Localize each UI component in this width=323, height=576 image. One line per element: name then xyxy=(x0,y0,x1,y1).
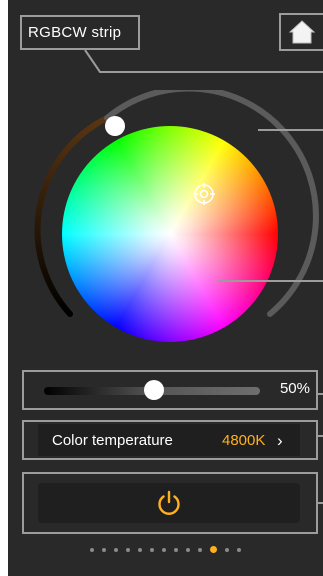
power-icon xyxy=(158,490,180,515)
device-screen: RGBCW strip 50% Color temperature 4800K … xyxy=(8,0,323,576)
color-temperature-value: 4800K xyxy=(222,432,266,449)
home-icon xyxy=(289,20,315,44)
page-dot[interactable] xyxy=(162,547,166,552)
page-dot[interactable] xyxy=(186,547,190,552)
page-dot[interactable] xyxy=(90,547,94,552)
color-temperature-row[interactable]: Color temperature 4800K › xyxy=(38,424,300,456)
page-dot[interactable] xyxy=(138,547,142,552)
page-dot[interactable] xyxy=(126,547,130,552)
page-dot[interactable] xyxy=(150,547,154,552)
page-dot[interactable] xyxy=(198,547,202,552)
color-temperature-label: Color temperature xyxy=(52,432,173,449)
power-button[interactable] xyxy=(38,483,300,523)
color-temperature-panel: Color temperature 4800K › xyxy=(22,420,318,460)
brightness-slider-thumb[interactable] xyxy=(144,380,164,400)
color-wheel[interactable] xyxy=(62,126,278,342)
crosshair-target-icon[interactable] xyxy=(193,183,215,205)
home-button[interactable] xyxy=(279,13,323,51)
brightness-arc-handle[interactable] xyxy=(105,116,125,136)
brightness-value: 50% xyxy=(279,380,310,397)
page-dot-active[interactable] xyxy=(210,546,217,554)
page-dot[interactable] xyxy=(114,547,118,552)
chevron-right-icon: › xyxy=(277,431,283,450)
device-title: RGBCW strip xyxy=(20,15,140,50)
page-dot[interactable] xyxy=(225,547,229,552)
page-dot[interactable] xyxy=(237,547,241,552)
brightness-slider-panel: 50% xyxy=(22,370,318,410)
color-wheel-area xyxy=(34,90,319,342)
page-dot[interactable] xyxy=(174,547,178,552)
page-dot[interactable] xyxy=(102,547,106,552)
page-indicator xyxy=(8,541,323,554)
power-panel xyxy=(22,472,318,534)
